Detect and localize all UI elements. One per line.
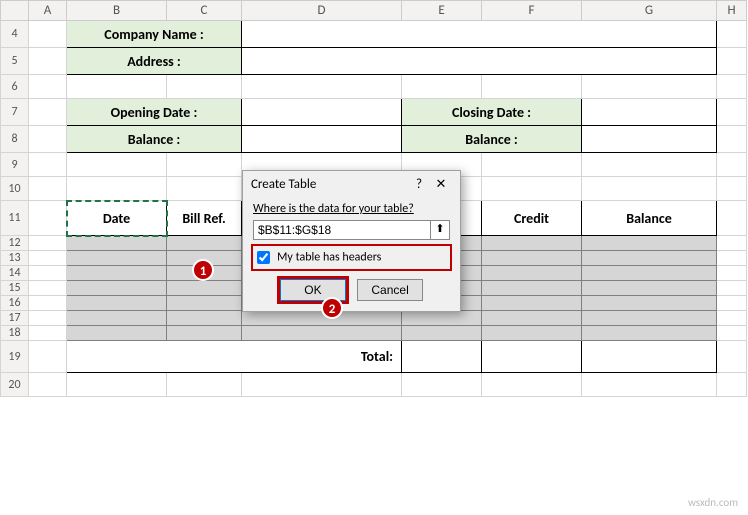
row-6[interactable]: 6 xyxy=(1,75,29,99)
total-credit[interactable] xyxy=(482,341,582,373)
col-A[interactable]: A xyxy=(29,1,67,21)
col-F[interactable]: F xyxy=(482,1,582,21)
address-value[interactable] xyxy=(242,48,717,75)
closing-date-label: Closing Date : xyxy=(402,99,582,126)
col-C[interactable]: C xyxy=(167,1,242,21)
total-balance[interactable] xyxy=(582,341,717,373)
table-row[interactable] xyxy=(67,296,167,311)
row-4[interactable]: 4 xyxy=(1,21,29,48)
table-row[interactable] xyxy=(67,281,167,296)
col-D[interactable]: D xyxy=(242,1,402,21)
balance1-value[interactable] xyxy=(242,126,402,153)
table-row[interactable] xyxy=(67,266,167,281)
row-18[interactable]: 18 xyxy=(1,326,29,341)
cancel-button[interactable]: Cancel xyxy=(357,279,423,301)
row-14[interactable]: 14 xyxy=(1,266,29,281)
range-prompt: Where is the data for your table? xyxy=(253,202,450,216)
th-date[interactable]: Date xyxy=(67,201,167,236)
collapse-range-icon[interactable]: ⬆ xyxy=(430,220,450,240)
callout-badge-1: 1 xyxy=(192,259,214,281)
col-E[interactable]: E xyxy=(402,1,482,21)
col-B[interactable]: B xyxy=(67,1,167,21)
opening-date-label: Opening Date : xyxy=(67,99,242,126)
headers-checkbox-row[interactable]: My table has headers xyxy=(253,246,450,269)
total-debit[interactable] xyxy=(402,341,482,373)
range-input[interactable] xyxy=(253,220,431,240)
th-billref[interactable]: Bill Ref. xyxy=(167,201,242,236)
row-15[interactable]: 15 xyxy=(1,281,29,296)
table-row[interactable] xyxy=(67,251,167,266)
col-H[interactable]: H xyxy=(717,1,747,21)
row-7[interactable]: 7 xyxy=(1,99,29,126)
company-name-value[interactable] xyxy=(242,21,717,48)
row-8[interactable]: 8 xyxy=(1,126,29,153)
row-19[interactable]: 19 xyxy=(1,341,29,373)
closing-date-value[interactable] xyxy=(582,99,717,126)
opening-date-value[interactable] xyxy=(242,99,402,126)
headers-checkbox[interactable] xyxy=(257,251,270,264)
th-credit[interactable]: Credit xyxy=(482,201,582,236)
company-name-label: Company Name : xyxy=(67,21,242,48)
row-16[interactable]: 16 xyxy=(1,296,29,311)
row-13[interactable]: 13 xyxy=(1,251,29,266)
headers-checkbox-label[interactable]: My table has headers xyxy=(277,251,381,265)
row-5[interactable]: 5 xyxy=(1,48,29,75)
row-9[interactable]: 9 xyxy=(1,153,29,177)
th-balance[interactable]: Balance xyxy=(582,201,717,236)
column-headers[interactable]: A B C D E F G H xyxy=(1,1,747,21)
col-G[interactable]: G xyxy=(582,1,717,21)
balance2-label: Balance : xyxy=(402,126,582,153)
help-icon[interactable]: ? xyxy=(408,177,430,192)
total-label: Total: xyxy=(67,341,402,373)
address-label: Address : xyxy=(67,48,242,75)
dialog-title: Create Table xyxy=(251,177,408,192)
balance1-label: Balance : xyxy=(67,126,242,153)
table-row[interactable] xyxy=(67,311,167,326)
table-row[interactable] xyxy=(67,236,167,251)
table-row[interactable] xyxy=(67,326,167,341)
row-17[interactable]: 17 xyxy=(1,311,29,326)
row-12[interactable]: 12 xyxy=(1,236,29,251)
callout-badge-2: 2 xyxy=(321,297,343,319)
row-10[interactable]: 10 xyxy=(1,177,29,201)
balance2-value[interactable] xyxy=(582,126,717,153)
row-11[interactable]: 11 xyxy=(1,201,29,236)
close-icon[interactable]: ✕ xyxy=(430,177,452,192)
watermark: wsxdn.com xyxy=(688,496,738,509)
create-table-dialog: Create Table ? ✕ Where is the data for y… xyxy=(242,170,461,312)
row-20[interactable]: 20 xyxy=(1,373,29,397)
